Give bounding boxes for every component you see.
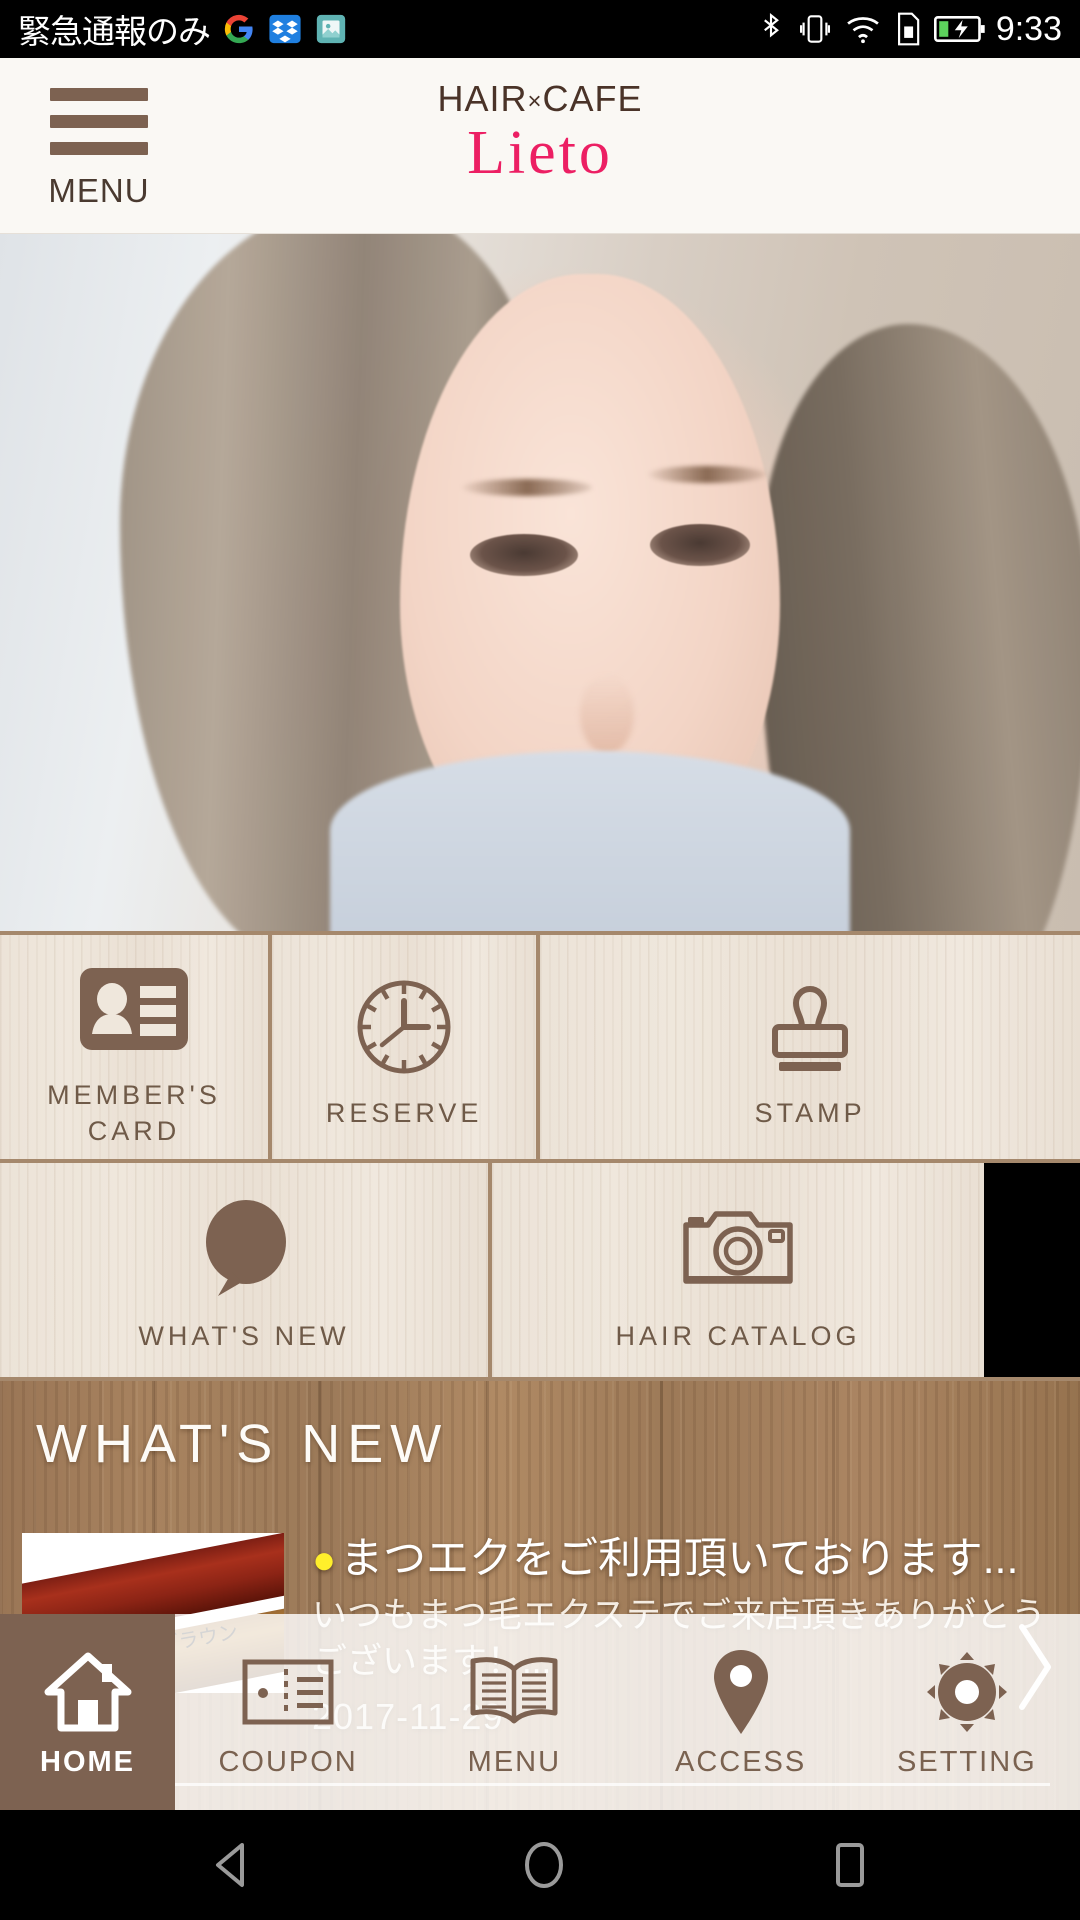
nav-label-home: HOME [40,1745,135,1778]
grid-row-1: MEMBER'S CARD RESERVE STAMP [0,931,1080,1159]
nav-item-access[interactable]: ACCESS [628,1614,854,1810]
google-icon [224,14,253,44]
app-header: MENU HAIR×CAFE Lieto [0,58,1080,234]
gear-icon [923,1646,1011,1738]
grid-row-2: WHAT'S NEW HAIR CATALOG [0,1159,1080,1381]
dropbox-icon [269,14,301,44]
wifi-icon [847,17,879,44]
sim-card-icon [897,12,920,46]
home-circle-icon[interactable] [520,1839,568,1891]
vibrate-icon [799,15,830,43]
tile-hair-catalog[interactable]: HAIR CATALOG [492,1163,984,1377]
id-card-icon [78,945,190,1073]
brand-tagline: HAIR×CAFE [0,78,1080,120]
carrier-label: 緊急通報のみ [18,13,211,50]
map-pin-icon [708,1646,774,1738]
news-bullet: ● [312,1538,337,1582]
camera-icon [678,1186,798,1314]
nav-label-setting: SETTING [897,1745,1037,1778]
tile-label-stamp: STAMP [754,1097,866,1128]
brand-x-symbol: × [527,88,543,115]
tile-members-card[interactable]: MEMBER'S CARD [0,935,272,1159]
hero-eye-right [650,524,750,566]
nav-label-menu: MENU [467,1745,562,1778]
open-book-icon [465,1646,563,1738]
brand-cafe-text: CAFE [542,78,643,119]
brand-hair-text: HAIR [437,78,528,119]
tile-label-members-card: MEMBER'S CARD [47,1079,221,1146]
nav-item-setting[interactable]: SETTING [854,1614,1080,1810]
status-bar: 緊急通報のみ 9:33 [0,0,1080,58]
hero-brow-left [462,479,592,496]
whats-new-heading: WHAT'S NEW [36,1414,449,1474]
tile-reserve[interactable]: RESERVE [272,935,541,1159]
nav-label-coupon: COUPON [218,1745,358,1778]
tile-stamp[interactable]: STAMP [540,935,1080,1159]
nav-label-access: ACCESS [674,1745,807,1778]
android-navigation-bar [0,1810,1080,1920]
stamp-icon [762,963,858,1091]
hero-nose [580,674,634,754]
brand-logo: HAIR×CAFE Lieto [0,78,1080,187]
nav-underline [175,1783,1050,1786]
news-headline-text: まつエクをご利用頂いております... [340,1535,1019,1583]
recents-square-icon[interactable] [828,1839,872,1891]
home-icon [42,1646,134,1738]
clock-label: 9:33 [995,9,1062,48]
back-triangle-icon[interactable] [208,1839,260,1891]
quick-menu-grid: MEMBER'S CARD RESERVE STAMP WHAT'S NEW H… [0,931,1080,1381]
tile-label-whats-new: WHAT'S NEW [138,1320,350,1351]
bottom-navigation: HOME COUPON MENU ACCESS SETTING [0,1614,1080,1810]
tile-label-hair-catalog: HAIR CATALOG [615,1320,861,1351]
speech-bubble-icon [192,1186,296,1314]
news-headline: ●まつエクをご利用頂いております... [312,1535,1058,1583]
nav-item-home[interactable]: HOME [0,1614,175,1810]
battery-charging-icon [933,16,985,42]
coupon-ticket-icon [242,1646,334,1738]
tile-whats-new[interactable]: WHAT'S NEW [0,1163,492,1377]
status-right-icons [756,10,986,48]
status-left-icons [222,12,348,46]
bluetooth-icon [763,13,779,38]
tile-label-reserve: RESERVE [325,1097,483,1128]
hero-shirt [330,751,850,931]
hero-eye-left [470,534,578,576]
clock-icon [352,963,456,1091]
hero-brow-right [648,466,766,483]
gallery-icon [316,14,346,44]
nav-item-menu[interactable]: MENU [401,1614,627,1810]
brand-name: Lieto [467,119,613,187]
hero-image[interactable] [0,234,1080,931]
nav-item-coupon[interactable]: COUPON [175,1614,401,1810]
